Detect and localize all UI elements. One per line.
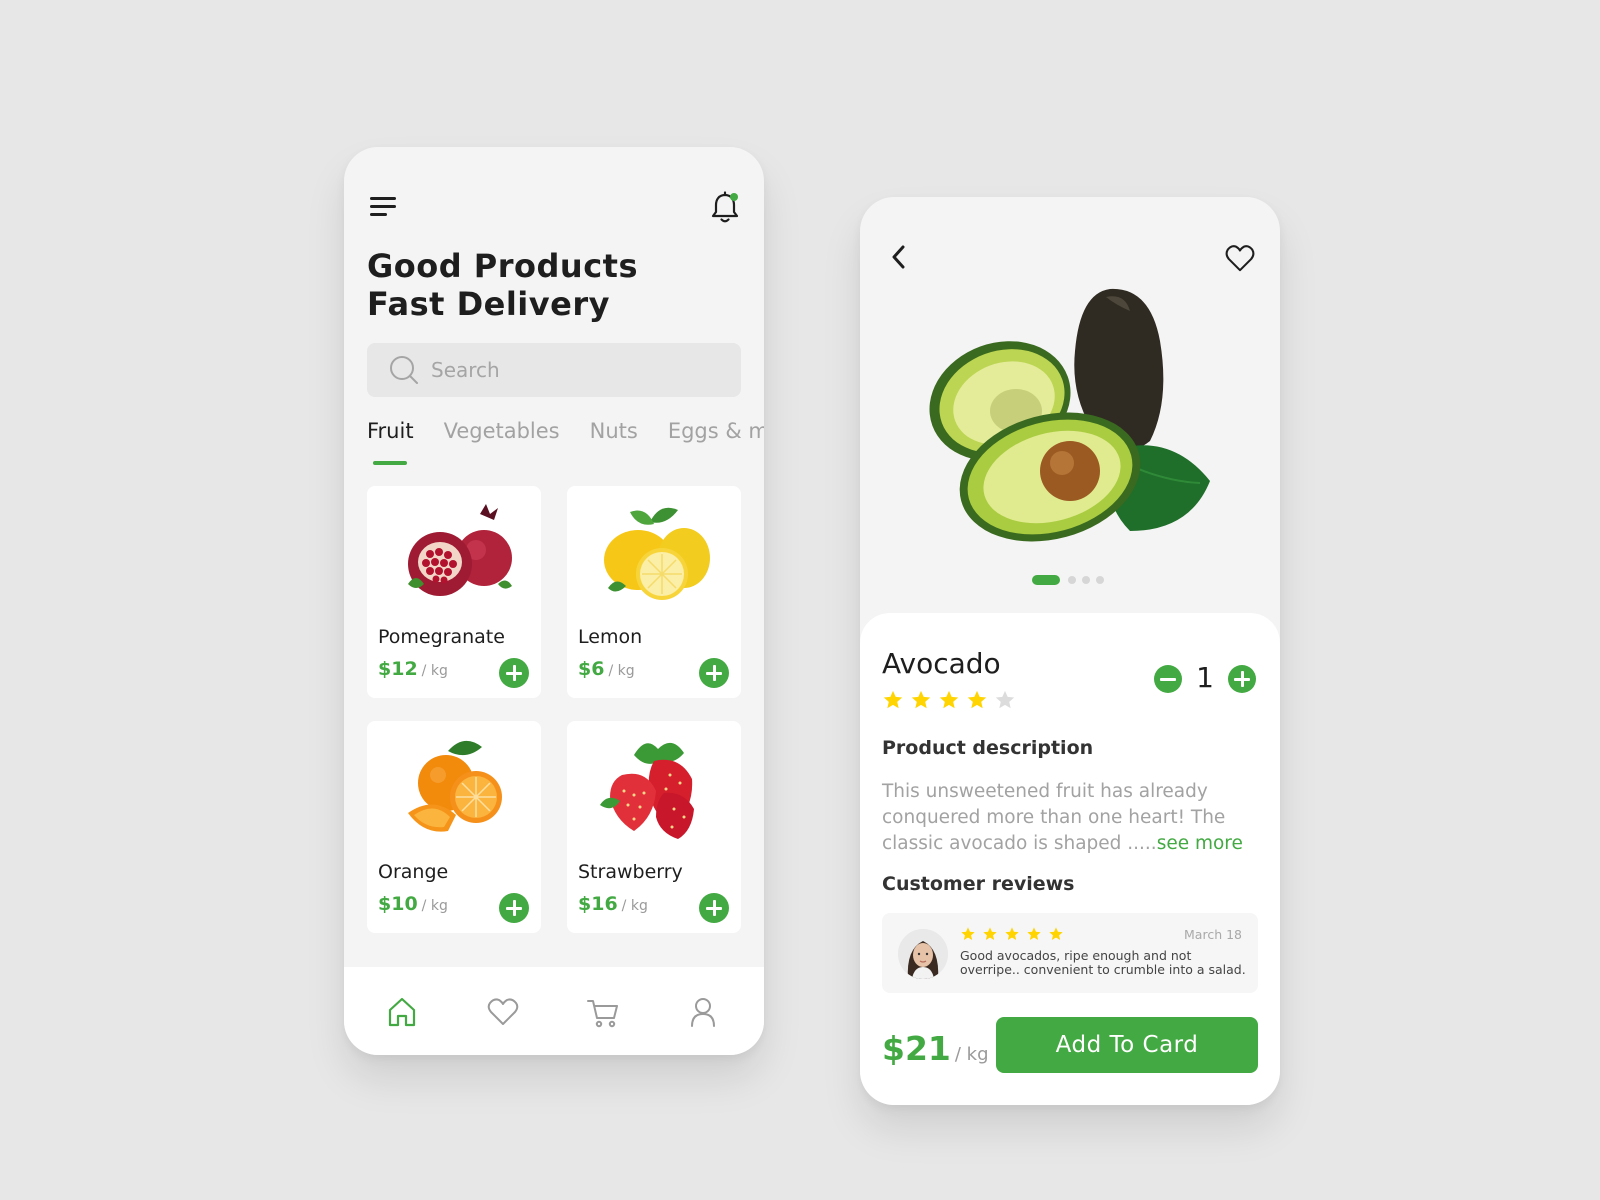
home-icon[interactable] xyxy=(385,995,419,1029)
carousel-dot[interactable] xyxy=(1096,576,1104,584)
add-to-cart-button[interactable] xyxy=(499,658,529,688)
pomegranate-image xyxy=(408,504,512,596)
product-detail-screen: Avocado 1 Product description This unswe… xyxy=(860,197,1280,1105)
price-unit: / kg xyxy=(621,898,648,914)
tab-vegetables[interactable]: Vegetables xyxy=(444,419,560,443)
price-value: $16 xyxy=(578,893,618,915)
price-value: $6 xyxy=(578,658,605,680)
product-info-sheet: Avocado 1 Product description This unswe… xyxy=(860,613,1280,1105)
title-line-2: Fast Delivery xyxy=(367,285,610,323)
add-to-cart-button[interactable]: Add To Card xyxy=(996,1017,1258,1073)
product-price: $16/ kg xyxy=(578,893,648,915)
review-date: March 18 xyxy=(1184,927,1242,942)
carousel-dot-active[interactable] xyxy=(1032,575,1060,585)
avatar xyxy=(898,929,948,979)
product-price: $12/ kg xyxy=(378,658,448,680)
minus-icon xyxy=(1160,677,1176,681)
quantity-stepper: 1 xyxy=(1154,661,1256,695)
see-more-link[interactable]: see more xyxy=(1157,833,1243,854)
product-price: $6/ kg xyxy=(578,658,635,680)
price-unit: / kg xyxy=(421,898,448,914)
star-filled-icon xyxy=(911,690,931,709)
star-filled-icon xyxy=(883,690,903,709)
avocado-image xyxy=(929,288,1210,542)
orange-image xyxy=(408,740,502,832)
product-card-orange[interactable]: Orange $10/ kg xyxy=(367,721,541,933)
add-to-cart-button[interactable] xyxy=(699,658,729,688)
page-title: Good Products Fast Delivery xyxy=(367,247,638,323)
product-description: This unsweetened fruit has already conqu… xyxy=(882,779,1262,857)
search-bar[interactable] xyxy=(367,343,741,397)
heart-icon[interactable] xyxy=(486,995,520,1029)
profile-icon[interactable] xyxy=(686,995,720,1029)
price-unit: / kg xyxy=(608,663,635,679)
tab-eggs[interactable]: Eggs & m xyxy=(668,419,764,443)
chevron-left-icon[interactable] xyxy=(888,241,910,273)
price-value: $12 xyxy=(378,658,418,680)
product-price: $21/ kg xyxy=(882,1029,989,1068)
tab-nuts[interactable]: Nuts xyxy=(590,419,638,443)
menu-icon[interactable] xyxy=(370,197,398,217)
price-value: $21 xyxy=(882,1029,951,1068)
product-name: Lemon xyxy=(578,626,643,648)
star-filled-icon xyxy=(1049,927,1063,940)
bottom-nav xyxy=(344,967,764,1055)
product-card-pomegranate[interactable]: Pomegranate $12/ kg xyxy=(367,486,541,698)
review-rating-stars xyxy=(960,926,1070,946)
cart-icon[interactable] xyxy=(586,995,620,1029)
heart-icon[interactable] xyxy=(1224,243,1256,273)
notification-dot xyxy=(730,193,738,201)
search-input[interactable] xyxy=(431,358,711,382)
home-screen: Good Products Fast Delivery Fruit Vegetab… xyxy=(344,147,764,1055)
title-line-1: Good Products xyxy=(367,247,638,285)
quantity-value: 1 xyxy=(1196,661,1214,694)
active-tab-indicator xyxy=(373,461,407,465)
carousel-dot[interactable] xyxy=(1082,576,1090,584)
price-unit: / kg xyxy=(954,1044,989,1065)
product-name: Orange xyxy=(378,861,449,883)
product-name: Strawberry xyxy=(578,861,683,883)
star-filled-icon xyxy=(967,690,987,709)
carousel-dot[interactable] xyxy=(1068,576,1076,584)
price-unit: / kg xyxy=(421,663,448,679)
star-empty-icon xyxy=(995,690,1015,709)
description-title: Product description xyxy=(882,737,1094,759)
rating-stars xyxy=(882,689,1022,711)
bell-icon[interactable] xyxy=(710,191,740,225)
product-price: $10/ kg xyxy=(378,893,448,915)
star-filled-icon xyxy=(983,927,997,940)
review-text: Good avocados, ripe enough and not overr… xyxy=(960,948,1246,977)
review-card: March 18 Good avocados, ripe enough and … xyxy=(882,913,1258,993)
product-card-lemon[interactable]: Lemon $6/ kg xyxy=(567,486,741,698)
price-value: $10 xyxy=(378,893,418,915)
star-filled-icon xyxy=(939,690,959,709)
add-to-cart-button[interactable] xyxy=(699,893,729,923)
search-icon xyxy=(390,356,418,384)
lemon-image xyxy=(604,507,710,600)
product-name: Pomegranate xyxy=(378,626,505,648)
strawberry-image xyxy=(600,742,694,839)
increase-quantity-button[interactable] xyxy=(1228,665,1256,693)
product-card-strawberry[interactable]: Strawberry $16/ kg xyxy=(567,721,741,933)
star-filled-icon xyxy=(1005,927,1019,940)
category-tabs: Fruit Vegetables Nuts Eggs & m xyxy=(367,419,764,469)
star-filled-icon xyxy=(961,927,975,940)
decrease-quantity-button[interactable] xyxy=(1154,665,1182,693)
reviews-title: Customer reviews xyxy=(882,873,1075,895)
add-to-cart-button[interactable] xyxy=(499,893,529,923)
tab-fruit[interactable]: Fruit xyxy=(367,419,414,443)
star-filled-icon xyxy=(1027,927,1041,940)
product-name: Avocado xyxy=(882,647,1001,680)
